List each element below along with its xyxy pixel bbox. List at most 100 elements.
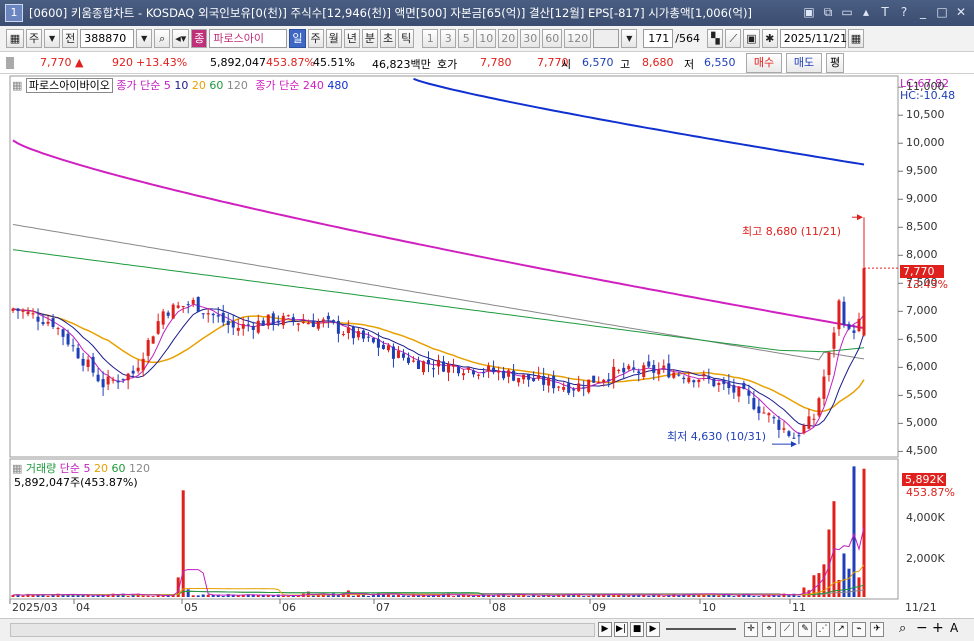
period-minute[interactable]: 분 — [361, 29, 379, 48]
candle-body — [236, 327, 240, 331]
minimize-icon[interactable]: _ — [916, 4, 930, 20]
code-input[interactable]: 388870 — [80, 29, 135, 48]
zoom-slider[interactable] — [666, 628, 736, 630]
stop-icon[interactable]: ■ — [630, 622, 644, 637]
ruler-icon[interactable]: ⟋ — [780, 622, 794, 637]
candle-body — [792, 437, 796, 439]
interval-dropdown-icon[interactable]: ▼ — [621, 29, 638, 48]
interval-30[interactable]: 30 — [520, 29, 541, 48]
grid-icon[interactable]: ▦ — [6, 29, 24, 48]
period-tick[interactable]: 틱 — [398, 29, 415, 48]
type-dropdown-icon[interactable]: ▼ — [44, 29, 61, 48]
copy-icon[interactable]: ⧉ — [821, 4, 835, 20]
ma-5[interactable]: 5 — [164, 79, 171, 92]
scroll-end-icon[interactable]: ▶| — [614, 622, 628, 637]
candle-body — [727, 382, 731, 389]
y-tick-label: 7,000 — [906, 304, 938, 318]
line-tool-icon[interactable]: ⟋ — [725, 29, 742, 48]
chart-link-icon[interactable]: ⌁ — [852, 622, 866, 637]
font-size-icon[interactable]: A — [950, 621, 958, 635]
fib-icon[interactable]: ⋰ — [816, 622, 830, 637]
text-icon[interactable]: T — [878, 4, 892, 20]
scroll-right-icon[interactable]: ▶ — [598, 622, 612, 637]
restore-icon[interactable]: ▣ — [802, 4, 816, 20]
volume-ratio: 453.87% — [266, 56, 315, 69]
type-select[interactable]: 주 — [26, 29, 43, 48]
candle-body — [552, 375, 556, 389]
info-icon — [6, 57, 14, 69]
ma-480[interactable]: 480 — [327, 79, 348, 92]
ma-20[interactable]: 20 — [192, 79, 206, 92]
ma-60[interactable]: 60 — [209, 79, 223, 92]
sell-button[interactable]: 매도 — [786, 53, 822, 73]
interval-60[interactable]: 60 — [542, 29, 563, 48]
interval-120[interactable]: 120 — [564, 29, 592, 48]
candle-body — [822, 376, 826, 399]
candle-body — [837, 300, 841, 330]
candle-body — [777, 419, 781, 430]
market-button[interactable]: 전 — [62, 29, 79, 48]
play-icon[interactable]: ▶ — [646, 622, 660, 637]
search-icon[interactable]: ⌕ — [154, 29, 171, 48]
candle-body — [487, 365, 491, 372]
chart-type-icon[interactable]: ▚ — [707, 29, 724, 48]
ma-10[interactable]: 10 — [174, 79, 188, 92]
window-icon[interactable]: ▭ — [840, 4, 854, 20]
buy-button[interactable]: 매수 — [746, 53, 782, 73]
sound-icon[interactable]: ◂▾ — [172, 29, 190, 48]
zoom-in-icon[interactable]: + — [932, 620, 944, 636]
settings-icon[interactable]: ✱ — [761, 29, 778, 48]
search-zoom-icon[interactable]: ⌕ — [899, 621, 906, 636]
legend-handle-icon[interactable]: ▦ — [12, 79, 22, 92]
volume-bar — [31, 595, 35, 597]
candle-body — [437, 359, 440, 367]
candle-body — [241, 323, 245, 329]
save-icon[interactable]: ▣ — [743, 29, 760, 48]
scroll-track[interactable] — [10, 623, 595, 637]
maximize-icon[interactable]: □ — [935, 4, 949, 20]
calendar-icon[interactable]: ▦ — [847, 29, 865, 48]
candle-body — [767, 413, 771, 416]
interval-20[interactable]: 20 — [498, 29, 519, 48]
period-second[interactable]: 초 — [380, 29, 397, 48]
window-number[interactable]: 1 — [5, 4, 23, 22]
help-icon[interactable]: ? — [897, 4, 911, 20]
ma2-label[interactable]: 종가 단순 — [255, 79, 299, 92]
eval-button[interactable]: 평 — [826, 53, 844, 73]
interval-custom-input[interactable] — [593, 29, 620, 48]
interval-1[interactable]: 1 — [422, 29, 439, 48]
current-price: 7,770 — [40, 56, 72, 69]
code-dropdown-icon[interactable]: ▼ — [136, 29, 153, 48]
ma-240[interactable]: 240 — [303, 79, 324, 92]
volume-bar — [201, 594, 205, 597]
candle-body — [557, 386, 561, 388]
date-input[interactable]: 2025/11/21 — [779, 29, 847, 48]
period-day[interactable]: 일 — [289, 29, 306, 48]
volume-bar — [852, 466, 856, 597]
period-month[interactable]: 월 — [325, 29, 342, 48]
ma-label[interactable]: 종가 단순 — [116, 79, 160, 92]
y-tick-label: 5,000 — [906, 416, 938, 430]
close-icon[interactable]: ✕ — [954, 4, 968, 20]
zoom-out-icon[interactable]: − — [916, 620, 928, 636]
candle-body — [577, 383, 581, 392]
interval-3[interactable]: 3 — [440, 29, 457, 48]
ma-120[interactable]: 120 — [227, 79, 248, 92]
interval-5[interactable]: 5 — [458, 29, 475, 48]
price-chart[interactable] — [0, 74, 974, 618]
trend-icon[interactable]: ↗ — [834, 622, 848, 637]
x-tick-label: 06 — [282, 601, 296, 614]
period-year[interactable]: 년 — [343, 29, 360, 48]
toolbar: ▦ 주 ▼ 전 388870 ▼ ⌕ ◂▾ 종 파로스아이 일 주 월 년 분 … — [0, 26, 974, 52]
interval-10[interactable]: 10 — [476, 29, 497, 48]
draw-icon[interactable]: ✎ — [798, 622, 812, 637]
volume-bar — [196, 595, 200, 597]
stock-name-label[interactable]: 파로스아이바이오 — [25, 78, 113, 93]
count-input[interactable]: 171 — [643, 29, 674, 48]
stock-name-field[interactable]: 파로스아이 — [209, 29, 288, 48]
measure-icon[interactable]: ⌖ — [762, 622, 776, 637]
bird-icon[interactable]: ✈ — [870, 622, 884, 637]
pin-icon[interactable]: ▴ — [859, 4, 873, 20]
period-week[interactable]: 주 — [307, 29, 324, 48]
crosshair-icon[interactable]: ✛ — [744, 622, 758, 637]
